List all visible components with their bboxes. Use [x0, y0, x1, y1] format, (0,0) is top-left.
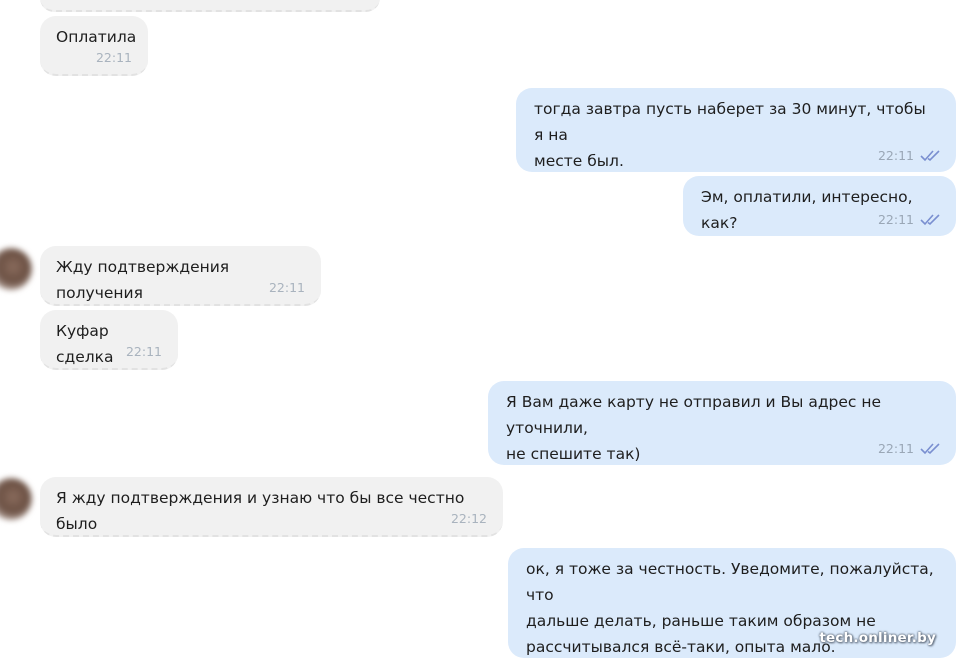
- watermark: tech.onliner.by: [819, 630, 936, 646]
- message-time: 22:11: [268, 280, 305, 295]
- message-meta: 22:11: [126, 345, 162, 359]
- message-text: Жду подтверждения получения: [56, 258, 230, 302]
- message-time: 22:12: [450, 511, 487, 526]
- double-check-icon: [920, 214, 940, 226]
- message-bubble-incoming[interactable]: Жду подтверждения получения 22:11: [40, 246, 321, 306]
- message-meta: 22:11: [269, 281, 305, 295]
- message-bubble-outgoing[interactable]: Эм, оплатили, интересно, как? 22:11: [683, 176, 956, 236]
- avatar[interactable]: [0, 248, 32, 290]
- message-bubble-incoming[interactable]: Куфар сделка 22:11: [40, 310, 178, 370]
- message-time: 22:11: [877, 441, 914, 456]
- message-time: 22:11: [125, 344, 162, 359]
- avatar[interactable]: [0, 478, 32, 520]
- message-bubble-outgoing[interactable]: тогда завтра пусть наберет за 30 минут, …: [516, 88, 956, 172]
- message-text: Эм, оплатили, интересно, как?: [701, 188, 913, 232]
- message-text: Оплатила: [56, 28, 137, 46]
- message-time: 22:11: [877, 212, 914, 227]
- chat-window: Оплатила 22:11 тогда завтра пусть набере…: [0, 0, 956, 662]
- message-bubble-outgoing[interactable]: Я Вам даже карту не отправил и Вы адрес …: [488, 381, 956, 465]
- message-meta: 22:11: [878, 442, 940, 456]
- message-text: Я жду подтверждения и узнаю что бы все ч…: [56, 489, 465, 533]
- message-time: 22:11: [95, 50, 132, 65]
- double-check-icon: [920, 443, 940, 455]
- message-time: 22:11: [877, 148, 914, 163]
- message-meta: 22:11: [96, 51, 132, 65]
- message-meta: 22:11: [878, 149, 940, 163]
- message-bubble-partial: [40, 0, 380, 12]
- message-bubble-incoming[interactable]: Оплатила 22:11: [40, 16, 148, 76]
- message-text: Я Вам даже карту не отправил и Вы адрес …: [506, 393, 882, 463]
- message-meta: 22:11: [878, 213, 940, 227]
- double-check-icon: [920, 150, 940, 162]
- message-bubble-incoming[interactable]: Я жду подтверждения и узнаю что бы все ч…: [40, 477, 503, 537]
- message-meta: 22:12: [451, 512, 487, 526]
